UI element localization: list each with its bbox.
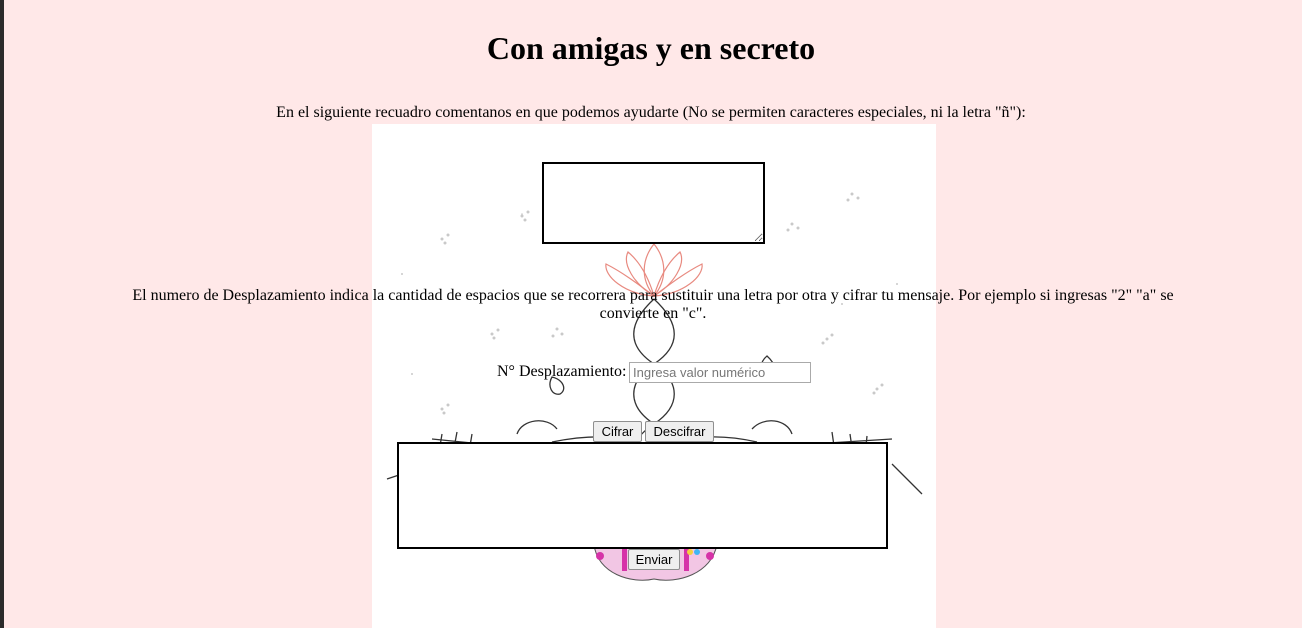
- message-textarea[interactable]: [542, 162, 765, 244]
- window-edge: [0, 0, 4, 628]
- intro-text: En el siguiente recuadro comentanos en q…: [276, 104, 1026, 121]
- page-title: Con amigas y en secreto: [486, 30, 816, 66]
- result-textarea[interactable]: [397, 442, 888, 549]
- send-button[interactable]: Enviar: [628, 549, 680, 570]
- shift-input[interactable]: [629, 362, 811, 383]
- encrypt-button[interactable]: Cifrar: [593, 421, 642, 442]
- shift-explanation-text: El numero de Desplazamiento indica la ca…: [132, 287, 1174, 322]
- shift-row: N° Desplazamiento:: [0, 362, 1302, 384]
- shift-label: N° Desplazamiento:: [497, 363, 627, 380]
- decrypt-button[interactable]: Descifrar: [645, 421, 714, 442]
